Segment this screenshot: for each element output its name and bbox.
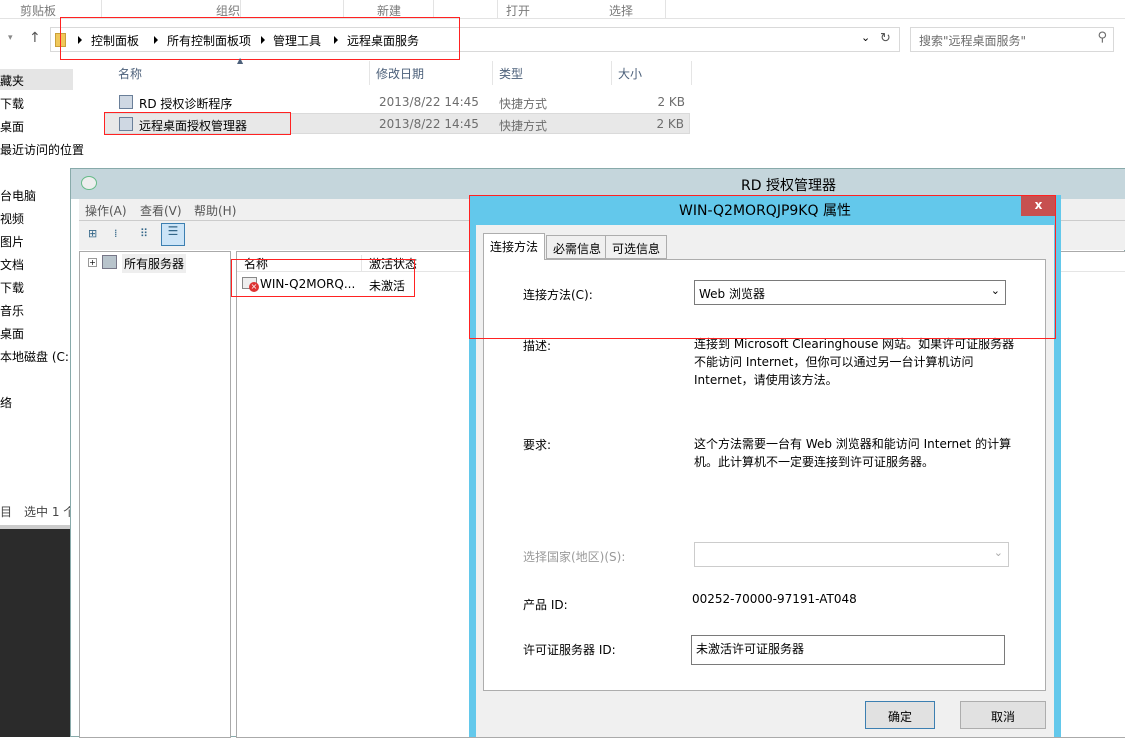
servers-icon — [102, 255, 117, 269]
ribbon-group-organize: 组织 — [216, 4, 241, 18]
ribbon-group-clipboard: 剪贴板 — [20, 4, 57, 18]
list-icon[interactable]: ⠿ — [140, 227, 148, 240]
nav-item[interactable]: 藏夹 — [0, 72, 24, 89]
expand-icon[interactable]: + — [88, 258, 97, 267]
file-size: 2 KB — [657, 95, 685, 109]
file-name: RD 授权诊断程序 — [139, 97, 233, 111]
nav-item[interactable]: 音乐 — [0, 302, 24, 319]
method-select[interactable]: Web 浏览器 ⌄ — [694, 280, 1006, 305]
chevron-down-icon: ⌄ — [993, 546, 1003, 559]
address-bar[interactable]: 控制面板 所有控制面板项 管理工具 远程桌面服务 ⌄ ↻ — [50, 27, 900, 52]
chevron-down-icon: ⌄ — [990, 284, 1000, 297]
nav-item[interactable]: 台电脑 — [0, 187, 36, 204]
product-id-value: 00252-70000-97191-AT048 — [692, 592, 857, 606]
dialog-title: WIN-Q2MORQJP9KQ 属性 — [679, 203, 851, 219]
breadcrumb-item[interactable]: 控制面板 — [91, 32, 139, 49]
requirements-text: 这个方法需要一台有 Web 浏览器和能访问 Internet 的计算机。此计算机… — [694, 437, 1012, 469]
file-name: 远程桌面授权管理器 — [139, 119, 248, 133]
file-type: 快捷方式 — [499, 119, 548, 133]
server-id-value: 未激活许可证服务器 — [696, 642, 805, 656]
tree-item-all-servers[interactable]: 所有服务器 — [122, 254, 187, 273]
file-row[interactable]: RD 授权诊断程序 2013/8/22 14:45 快捷方式 2 KB — [104, 92, 690, 113]
server-status: 未激活 — [369, 279, 406, 293]
breadcrumb-item[interactable]: 所有控制面板项 — [167, 32, 251, 49]
nav-item[interactable]: 视频 — [0, 210, 24, 227]
file-row-selected[interactable]: 远程桌面授权管理器 2013/8/22 14:45 快捷方式 2 KB — [104, 113, 690, 134]
product-id-label: 产品 ID: — [523, 598, 568, 612]
ribbon-group-select: 选择 — [609, 4, 634, 18]
large-icons-icon[interactable]: ⊞ — [88, 227, 97, 240]
server-id-label: 许可证服务器 ID: — [523, 643, 616, 657]
window-title: RD 授权管理器 — [741, 178, 836, 194]
country-label: 选择国家(地区)(S): — [523, 550, 626, 564]
app-icon — [81, 176, 97, 190]
refresh-icon[interactable]: ↻ — [880, 31, 891, 46]
search-icon[interactable]: ⚲ — [1097, 30, 1107, 45]
country-select[interactable]: ⌄ — [694, 542, 1009, 567]
search-input[interactable]: 搜索"远程桌面服务" ⚲ — [910, 27, 1114, 52]
shortcut-icon — [119, 95, 133, 109]
column-activation-status[interactable]: 激活状态 — [369, 255, 417, 272]
method-value: Web 浏览器 — [699, 287, 765, 301]
nav-item[interactable]: 桌面 — [0, 118, 24, 135]
ok-button[interactable]: 确定 — [865, 701, 935, 729]
breadcrumb-item[interactable]: 管理工具 — [273, 32, 321, 49]
nav-item[interactable]: 下载 — [0, 95, 24, 112]
column-date[interactable]: 修改日期 — [370, 61, 493, 85]
file-date: 2013/8/22 14:45 — [379, 95, 479, 109]
search-placeholder: 搜索"远程桌面服务" — [919, 34, 1027, 48]
column-name[interactable]: 名称 — [244, 255, 362, 272]
column-size[interactable]: 大小 — [612, 61, 692, 85]
recent-dropdown-icon[interactable]: ▾ — [8, 33, 13, 43]
breadcrumb-item[interactable]: 远程桌面服务 — [347, 32, 419, 49]
up-arrow-icon[interactable]: ↑ — [29, 30, 41, 46]
server-id-field[interactable]: 未激活许可证服务器 — [691, 635, 1005, 665]
method-label: 连接方法(C): — [523, 288, 593, 302]
menu-help[interactable]: 帮助(H) — [194, 202, 236, 219]
requirements-label: 要求: — [523, 438, 552, 452]
status-item-count: 目 — [0, 505, 13, 519]
tab-connection-method[interactable]: 连接方法 — [483, 233, 546, 260]
nav-item[interactable]: 络 — [0, 394, 12, 411]
nav-item[interactable]: 桌面 — [0, 325, 24, 342]
tab-required-info[interactable]: 必需信息 — [546, 235, 609, 259]
cancel-button[interactable]: 取消 — [960, 701, 1046, 729]
file-size: 2 KB — [656, 117, 684, 131]
shortcut-icon — [119, 117, 133, 131]
description-text: 连接到 Microsoft Clearinghouse 网站。如果许可证服务器不… — [694, 337, 1015, 387]
desktop-background — [0, 529, 70, 737]
menu-action[interactable]: 操作(A) — [85, 202, 127, 219]
tab-optional-info[interactable]: 可选信息 — [605, 235, 668, 259]
folder-icon — [55, 33, 66, 47]
server-row[interactable]: × WIN-Q2MORQ... 未激活 — [242, 275, 422, 295]
nav-item[interactable]: 文档 — [0, 256, 24, 273]
nav-item[interactable]: 最近访问的位置 — [0, 141, 84, 158]
description-label: 描述: — [523, 339, 552, 353]
ribbon-group-open: 打开 — [506, 4, 531, 18]
nav-item[interactable]: 下载 — [0, 279, 24, 296]
address-dropdown-icon[interactable]: ⌄ — [861, 31, 870, 44]
close-button[interactable]: x — [1021, 196, 1056, 216]
ribbon-group-new: 新建 — [377, 4, 402, 18]
file-type: 快捷方式 — [499, 97, 548, 111]
file-date: 2013/8/22 14:45 — [379, 117, 479, 131]
menu-view[interactable]: 查看(V) — [140, 202, 182, 219]
server-name: WIN-Q2MORQ... — [260, 277, 356, 291]
small-icons-icon[interactable]: ⁞ — [114, 227, 118, 240]
error-icon: × — [249, 282, 259, 292]
column-name[interactable]: 名称 — [112, 61, 370, 85]
tab-panel — [483, 259, 1046, 691]
details-view-icon[interactable]: ☰ — [161, 223, 185, 246]
status-selected: 选中 1 个 — [24, 505, 76, 519]
nav-item[interactable]: 本地磁盘 (C:) — [0, 348, 74, 365]
nav-item[interactable]: 图片 — [0, 233, 24, 250]
column-type[interactable]: 类型 — [493, 61, 612, 85]
tree-pane: + 所有服务器 — [79, 251, 231, 738]
ribbon-group-labels: 剪贴板 组织 新建 打开 选择 — [0, 0, 1125, 19]
